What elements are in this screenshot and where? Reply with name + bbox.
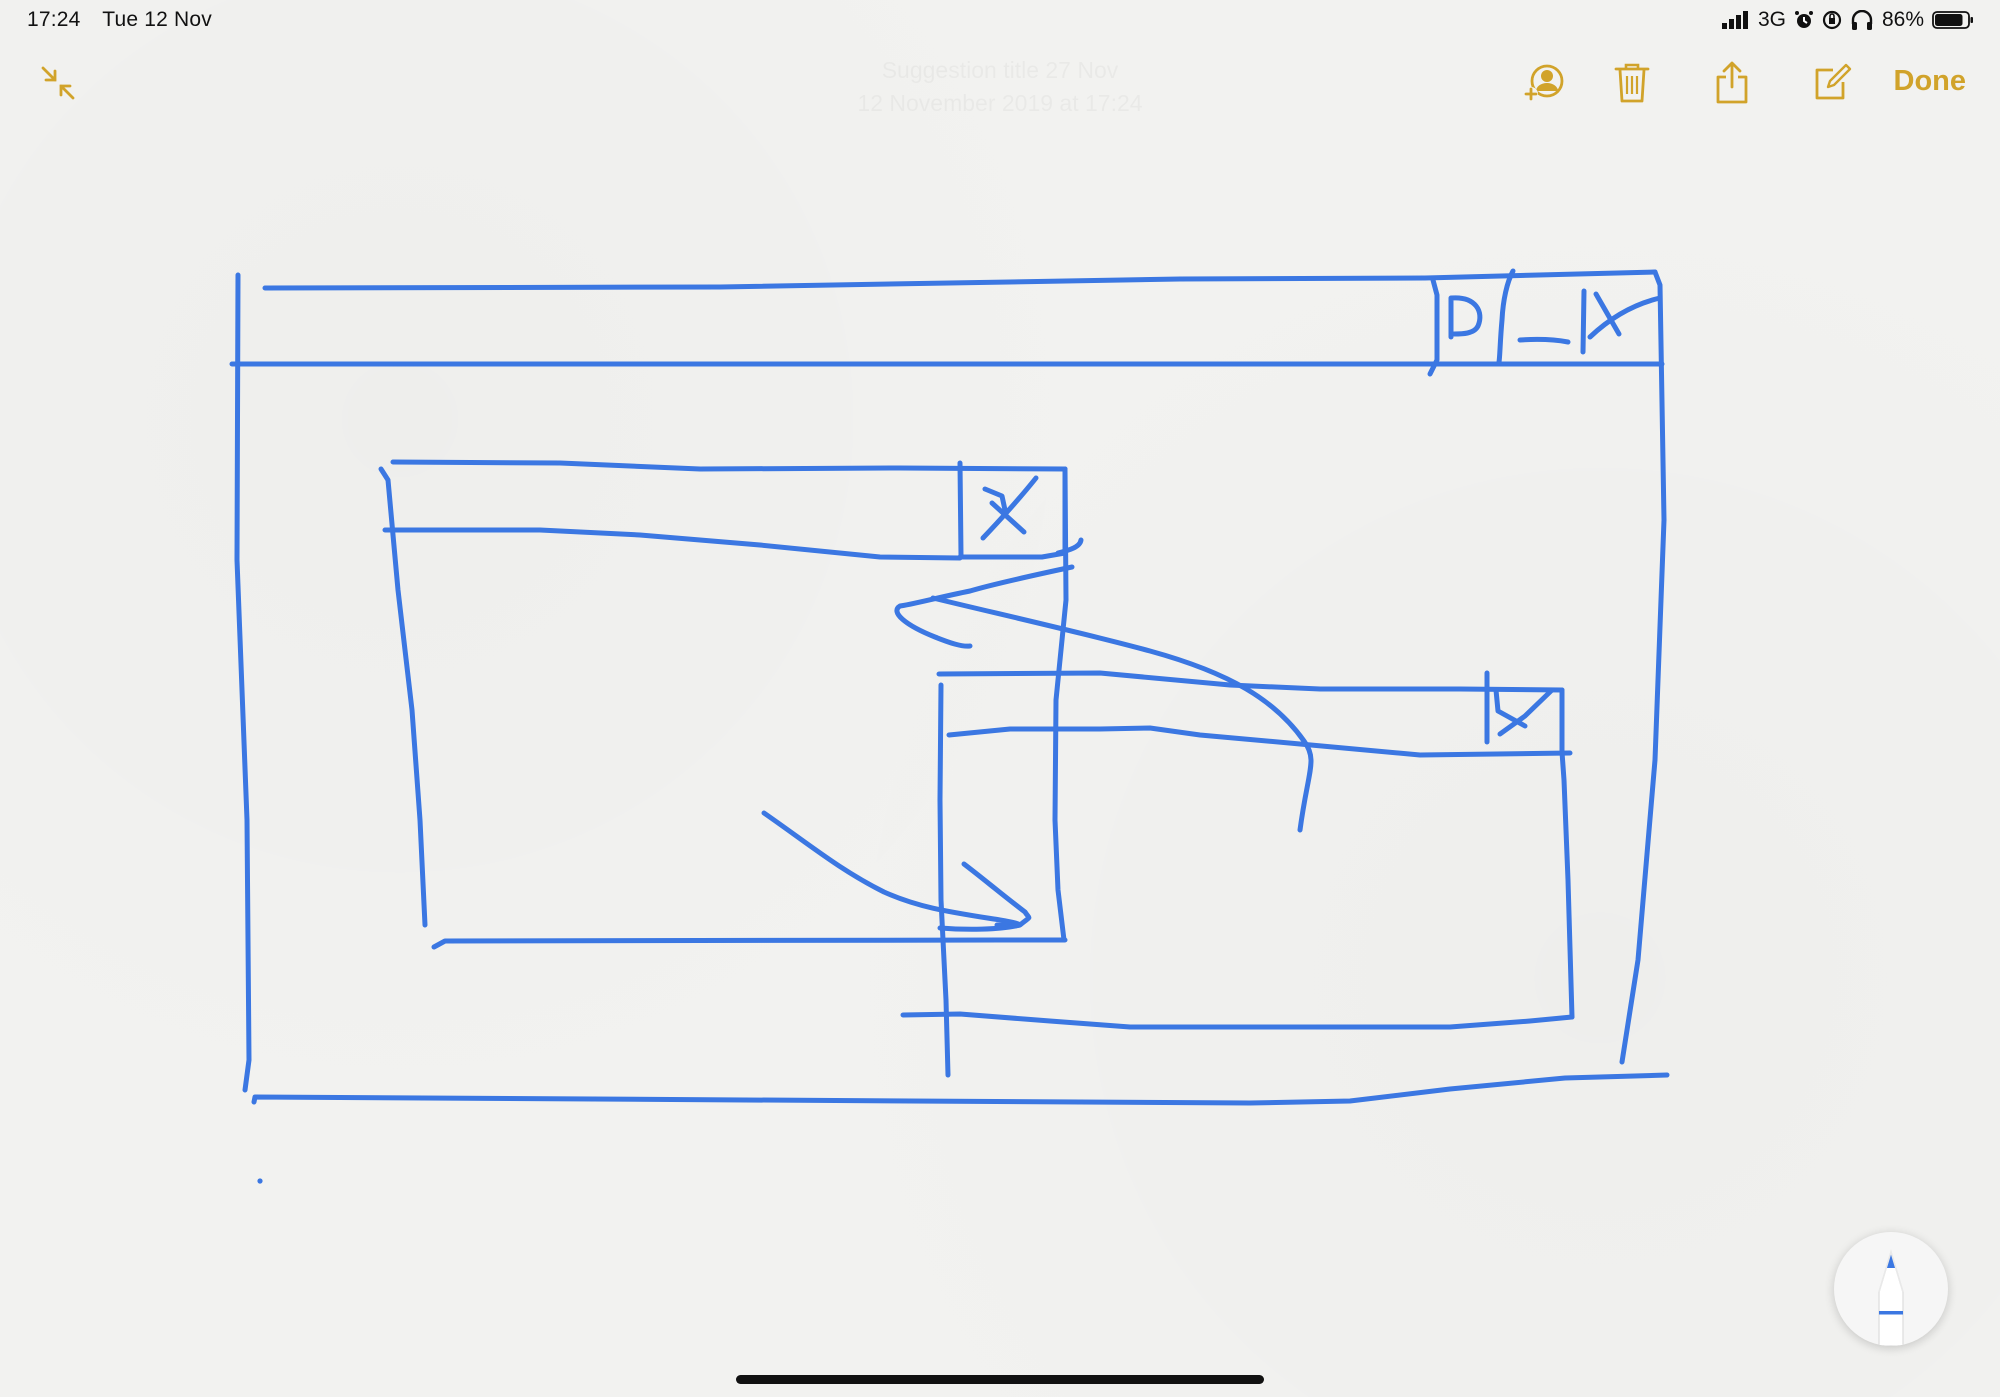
sketch-close-glyph <box>1587 291 1663 340</box>
sketch-outer-window-left <box>234 272 252 1093</box>
sketch-left-window-top <box>390 459 1068 472</box>
sketch-control-divider-1 <box>1427 277 1440 377</box>
sketch-left-window-bottom <box>431 937 1068 950</box>
sketch-outer-window-bottom <box>251 1072 1670 1106</box>
home-indicator[interactable] <box>736 1375 1264 1384</box>
sketch-stray-dot <box>257 1178 263 1184</box>
sketch-drag-arrow-top-curve <box>930 595 1314 833</box>
sketch-right-edge-hook <box>1055 537 1084 556</box>
sketch-control-divider-2 <box>1496 268 1516 365</box>
sketch-right-window-titlebar <box>946 725 1573 758</box>
handwritten-sketch <box>229 268 1670 1184</box>
sketch-drag-arrow-top <box>894 564 1075 649</box>
sketch-right-window-right <box>1559 687 1575 1020</box>
sketch-maximize-glyph <box>1448 295 1483 340</box>
sketch-outer-window-top <box>262 269 1658 291</box>
sketch-right-window-bottom <box>900 1011 1575 1030</box>
sketch-left-window-right <box>1052 466 1069 943</box>
sketch-right-close-glyph <box>1493 687 1555 737</box>
sketch-right-window-top <box>936 670 1565 693</box>
sketch-left-close-glyph <box>980 475 1039 541</box>
sketch-left-close-divider <box>957 460 964 558</box>
sketch-minimize-glyph <box>1517 336 1571 345</box>
notes-canvas[interactable]: 17:24 Tue 12 Nov 3G 86% Done <box>0 0 2000 1397</box>
sketch-control-divider-3 <box>1580 288 1587 355</box>
sketch-left-close-box <box>957 466 1068 560</box>
pencil-tool-button[interactable] <box>1834 1232 1948 1346</box>
sketch-outer-window-right <box>1619 269 1667 1065</box>
sketch-drag-arrow-bottom <box>761 810 1022 929</box>
sketch-left-window-titlebar <box>382 527 963 561</box>
pencil-icon <box>1878 1249 1904 1346</box>
sketch-left-window-left <box>378 466 428 928</box>
